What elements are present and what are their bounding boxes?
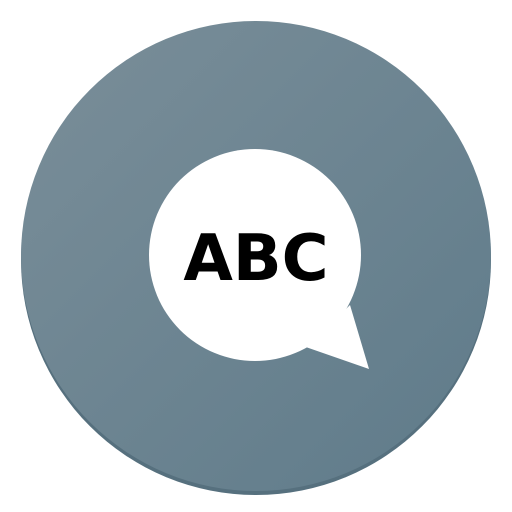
app-icon: ABC bbox=[0, 0, 512, 512]
icon-label: ABC bbox=[183, 222, 328, 296]
app-icon-graphic: ABC bbox=[21, 21, 491, 495]
